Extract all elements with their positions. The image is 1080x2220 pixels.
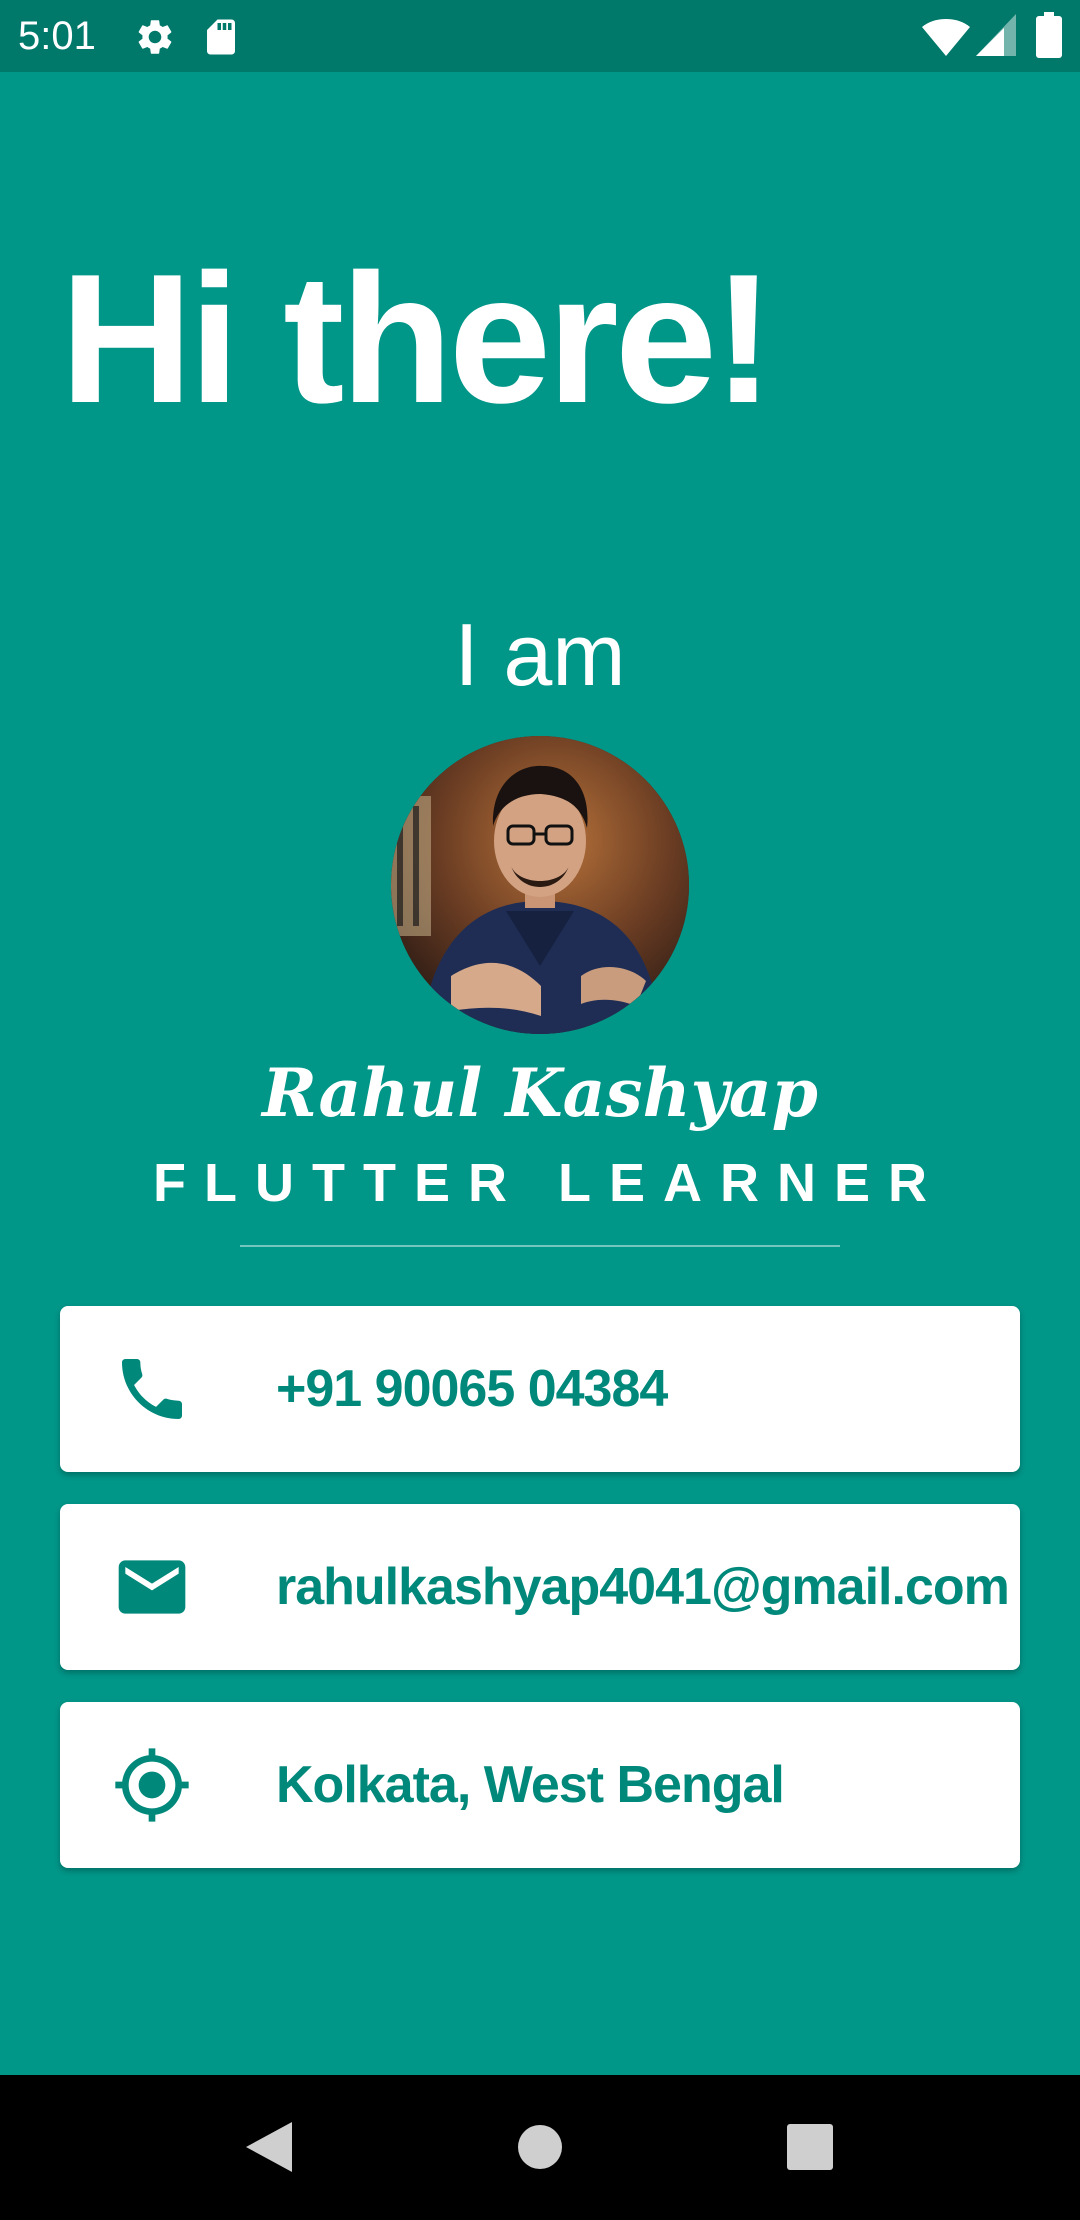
location-text: Kolkata, West Bengal xyxy=(276,1756,785,1814)
phone-icon xyxy=(122,1359,182,1419)
wifi-icon xyxy=(922,19,970,56)
location-icon xyxy=(115,1748,189,1822)
battery-icon xyxy=(1036,12,1062,58)
home-icon[interactable] xyxy=(505,2112,575,2182)
email-card[interactable]: rahulkashyap4041@gmail.com xyxy=(60,1504,1020,1670)
greeting-heading: Hi there! xyxy=(60,235,774,441)
sd-card-icon xyxy=(207,19,235,55)
cell-signal-icon xyxy=(976,14,1016,56)
status-time: 5:01 xyxy=(18,14,96,58)
profile-photo xyxy=(391,736,689,1034)
settings-icon xyxy=(138,20,172,54)
phone-number: +91 90065 04384 xyxy=(276,1360,668,1418)
email-icon xyxy=(118,1560,186,1614)
profile-name: Rahul Kashyap xyxy=(262,1054,818,1132)
profile-subtitle: FLUTTER LEARNER xyxy=(153,1153,945,1213)
location-card[interactable]: Kolkata, West Bengal xyxy=(60,1702,1020,1868)
divider xyxy=(240,1245,840,1247)
intro-text: I am xyxy=(454,605,626,704)
recents-icon[interactable] xyxy=(775,2112,845,2182)
navigation-bar xyxy=(0,2075,1080,2220)
phone-card[interactable]: +91 90065 04384 xyxy=(60,1306,1020,1472)
email-address: rahulkashyap4041@gmail.com xyxy=(276,1558,1010,1616)
status-bar: 5:01 xyxy=(0,0,1080,72)
avatar xyxy=(391,736,689,1034)
back-icon[interactable] xyxy=(232,2112,302,2182)
